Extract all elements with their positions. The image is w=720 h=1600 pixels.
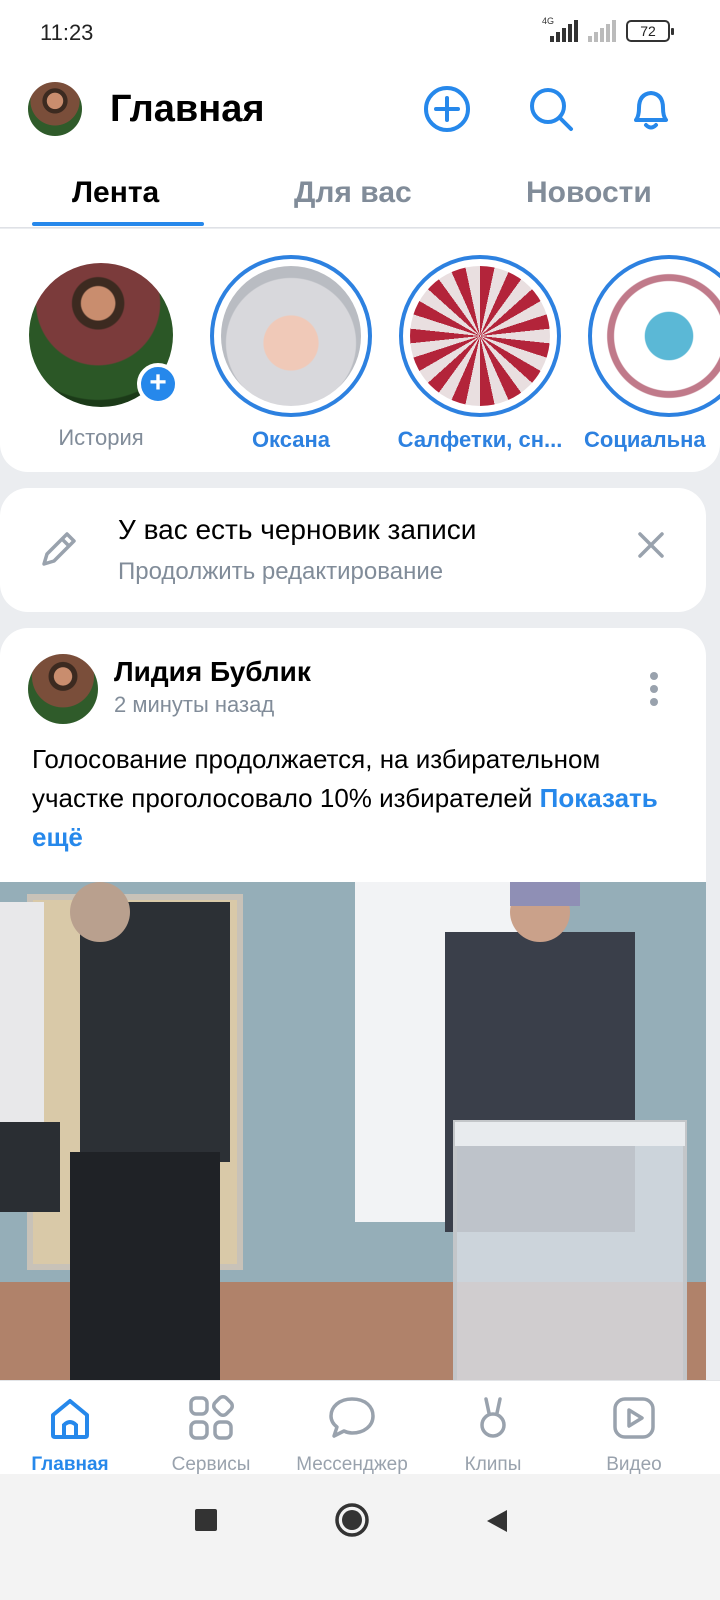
recent-apps-icon[interactable]	[194, 1508, 218, 1532]
clips-icon	[480, 1397, 506, 1438]
home-icon	[51, 1399, 89, 1439]
pencil-icon	[42, 532, 76, 566]
more-options-icon[interactable]	[650, 672, 660, 711]
nav-label: Главная	[31, 1454, 109, 1475]
post-timestamp: 2 минуты назад	[114, 692, 275, 717]
battery-icon: 72	[626, 20, 674, 42]
add-story-icon[interactable]: +	[137, 363, 179, 405]
nav-video[interactable]: Видео	[564, 1393, 704, 1476]
story-own[interactable]: + История	[16, 255, 186, 451]
video-icon	[613, 1397, 655, 1439]
tab-for-you[interactable]: Для вас	[294, 176, 412, 210]
story-item[interactable]: Салфетки, сн...	[395, 255, 565, 453]
nav-services[interactable]: Сервисы	[141, 1393, 281, 1476]
nav-label: Видео	[606, 1454, 662, 1475]
profile-avatar[interactable]	[28, 82, 82, 136]
story-ring	[399, 255, 561, 417]
add-icon[interactable]	[422, 84, 472, 134]
home-button-icon[interactable]	[334, 1502, 370, 1538]
status-time: 11:23	[40, 20, 94, 45]
story-item[interactable]: Оксана	[206, 255, 376, 453]
bell-icon[interactable]	[626, 84, 676, 134]
nav-label: Сервисы	[171, 1454, 251, 1475]
tab-news[interactable]: Новости	[526, 176, 652, 210]
post-author-avatar[interactable]	[28, 654, 98, 724]
signal-secondary-icon	[588, 20, 616, 42]
story-image	[410, 266, 550, 406]
feed-post: Лидия Бублик 2 минуты назад Голосование …	[0, 628, 706, 1388]
story-label: Салфетки, сн...	[397, 427, 563, 452]
nav-label: Мессенджер	[296, 1454, 408, 1475]
bottom-navigation: Главная Сервисы Мессенджер Клипы Видео	[0, 1380, 720, 1476]
nav-home[interactable]: Главная	[0, 1393, 140, 1476]
nav-messenger[interactable]: Мессенджер	[282, 1393, 422, 1476]
story-ring	[210, 255, 372, 417]
page-title: Главная	[110, 88, 265, 130]
post-text: Голосование продолжается, на избирательн…	[32, 740, 672, 857]
story-item[interactable]: Социальна	[584, 255, 720, 453]
tab-feed[interactable]: Лента	[72, 176, 159, 210]
story-label: Оксана	[251, 427, 331, 452]
active-tab-indicator	[32, 222, 204, 226]
status-indicators: 4G 72	[542, 16, 674, 42]
draft-title: У вас есть черновик записи	[118, 514, 477, 545]
nav-clips[interactable]: Клипы	[423, 1393, 563, 1476]
post-body: Голосование продолжается, на избирательн…	[32, 744, 601, 813]
draft-subtitle[interactable]: Продолжить редактирование	[118, 558, 443, 586]
status-bar: 11:23 4G 72	[0, 0, 720, 68]
close-icon[interactable]	[636, 530, 666, 560]
photo-illustration	[0, 882, 706, 1382]
stories-carousel[interactable]: + История Оксана Салфетки, сн... Социаль…	[0, 229, 720, 472]
app-header: Главная Лента Для вас Новости	[0, 68, 720, 228]
signal-icon: 4G	[542, 16, 578, 42]
story-ring	[588, 255, 720, 417]
services-icon	[189, 1395, 234, 1440]
nav-label: Клипы	[464, 1454, 522, 1475]
back-icon[interactable]	[484, 1508, 510, 1534]
search-icon[interactable]	[526, 84, 576, 134]
story-label: История	[58, 425, 144, 450]
post-author-name[interactable]: Лидия Бублик	[114, 656, 311, 688]
messenger-icon	[329, 1397, 375, 1438]
network-label: 4G	[542, 16, 555, 26]
story-image	[599, 266, 720, 406]
story-label: Социальна	[584, 427, 706, 452]
feed-tabs: Лента Для вас Новости	[0, 168, 720, 228]
story-image	[221, 266, 361, 406]
draft-notice[interactable]: У вас есть черновик записи Продолжить ре…	[0, 488, 706, 612]
own-story-avatar: +	[29, 263, 179, 407]
post-photo[interactable]	[0, 882, 706, 1382]
system-navigation-bar	[0, 1474, 720, 1600]
